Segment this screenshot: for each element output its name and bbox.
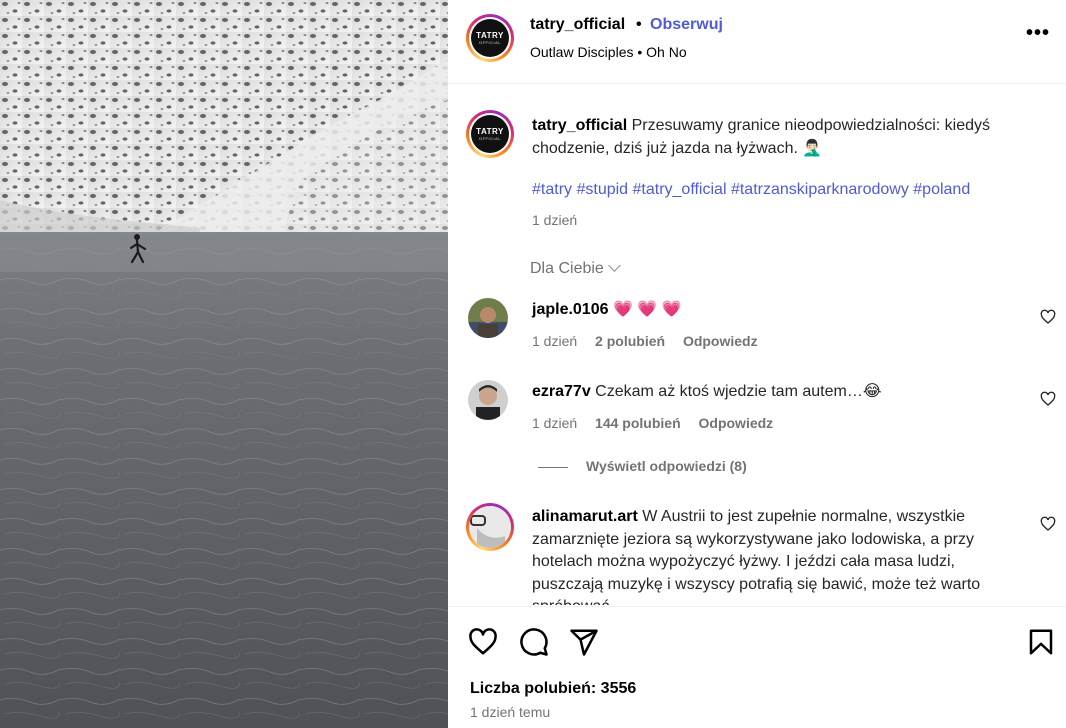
caption-username[interactable]: tatry_official [532,117,627,134]
view-replies-button[interactable]: Wyświetl odpowiedzi (8) [538,458,747,474]
hashtag-link[interactable]: #stupid [576,181,628,198]
divider-line [538,466,568,468]
caption-avatar[interactable]: TATRY OFFICIAL [466,110,514,158]
audio-track[interactable]: Outlaw Disciples • Oh No [530,44,687,60]
sort-dropdown[interactable]: Dla Ciebie [530,259,621,278]
separator-dot: • [636,16,642,33]
user-avatar-icon [468,298,508,338]
post-details-panel: TATRY OFFICIAL tatry_official • Obserwuj… [448,0,1066,728]
reply-button[interactable]: Odpowiedz [683,333,758,349]
heart-icon[interactable] [1040,516,1056,532]
comment-text: ezra77v Czekam aż ktoś wjedzie tam autem… [532,383,882,400]
comment-time[interactable]: 1 dzień [532,333,577,349]
comment-avatar[interactable] [468,380,508,420]
bookmark-icon[interactable] [1026,627,1056,657]
reply-button[interactable]: Odpowiedz [699,415,774,431]
post-header: TATRY OFFICIAL tatry_official • Obserwuj… [448,0,1066,84]
comment-meta: 1 dzień 144 polubień Odpowiedz [532,415,787,431]
comment-avatar[interactable] [468,298,508,338]
post-timestamp[interactable]: 1 dzień temu [470,704,550,720]
likes-count[interactable]: Liczba polubień: 3556 [470,680,636,698]
comment-text: japle.0106 💗 💗 💗 [532,301,682,318]
hashtag-link[interactable]: #tatry_official [633,181,727,198]
post-video[interactable] [0,0,448,728]
hashtags: #tatry #stupid #tatry_official #tatrzans… [532,181,970,199]
comment-time[interactable]: 1 dzień [532,415,577,431]
chevron-down-icon [607,259,621,272]
user-avatar-icon [468,380,508,420]
caption-text: tatry_official Przesuwamy granice nieodp… [532,117,990,157]
comment-icon[interactable] [519,627,549,657]
heart-icon[interactable] [1040,309,1056,325]
caption-timestamp[interactable]: 1 dzień [532,212,577,228]
hashtag-link[interactable]: #poland [913,181,970,198]
user-avatar-icon [469,506,511,548]
frozen-lake-image [0,0,448,728]
comment-likes[interactable]: 144 polubień [595,415,681,431]
post-actions: Liczba polubień: 3556 1 dzień temu [448,606,1066,728]
share-icon[interactable] [569,627,599,657]
comment-likes[interactable]: 2 polubień [595,333,665,349]
hashtag-link[interactable]: #tatrzanskiparknarodowy [731,181,909,198]
comment-username[interactable]: ezra77v [532,383,591,400]
comment-username[interactable]: japle.0106 [532,301,609,318]
hashtag-link[interactable]: #tatry [532,181,572,198]
tatry-logo: TATRY OFFICIAL [471,19,509,57]
more-options-icon[interactable]: ••• [1026,23,1050,48]
comment-text: alinamarut.art W Austrii to jest zupełni… [532,508,981,605]
comment-meta: 1 dzień 2 polubień Odpowiedz [532,333,772,349]
heart-icon[interactable] [468,627,498,657]
comments-list[interactable]: TATRY OFFICIAL tatry_official Przesuwamy… [448,85,1066,605]
comment-username[interactable]: alinamarut.art [532,508,638,525]
tatry-logo: TATRY OFFICIAL [471,115,509,153]
heart-icon[interactable] [1040,391,1056,407]
follow-button[interactable]: Obserwuj [650,16,723,34]
author-avatar[interactable]: TATRY OFFICIAL [466,14,514,62]
author-username[interactable]: tatry_official [530,16,625,34]
comment-avatar[interactable] [466,503,514,551]
